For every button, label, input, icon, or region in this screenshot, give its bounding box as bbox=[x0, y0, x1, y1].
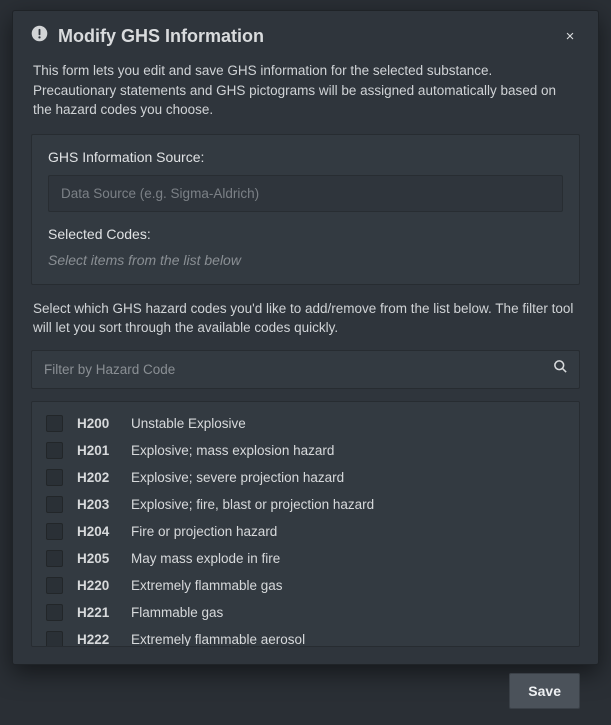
hazard-code: H202 bbox=[77, 470, 131, 485]
hazard-code-row[interactable]: H202Explosive; severe projection hazard bbox=[36, 464, 575, 491]
source-label: GHS Information Source: bbox=[48, 149, 563, 165]
hazard-code-row[interactable]: H221Flammable gas bbox=[36, 599, 575, 626]
hazard-code-list[interactable]: H200Unstable ExplosiveH201Explosive; mas… bbox=[31, 401, 580, 647]
hazard-code-row[interactable]: H203Explosive; fire, blast or projection… bbox=[36, 491, 575, 518]
modal-header: Modify GHS Information × bbox=[13, 11, 598, 57]
checkbox[interactable] bbox=[46, 496, 63, 513]
hazard-code: H205 bbox=[77, 551, 131, 566]
hazard-desc: Fire or projection hazard bbox=[131, 524, 565, 539]
modal-body: This form lets you edit and save GHS inf… bbox=[13, 57, 598, 661]
close-button[interactable]: × bbox=[560, 26, 580, 46]
checkbox[interactable] bbox=[46, 523, 63, 540]
hazard-code: H201 bbox=[77, 443, 131, 458]
checkbox[interactable] bbox=[46, 577, 63, 594]
hazard-desc: May mass explode in fire bbox=[131, 551, 565, 566]
checkbox[interactable] bbox=[46, 469, 63, 486]
filter-input[interactable] bbox=[31, 350, 580, 389]
hazard-desc: Unstable Explosive bbox=[131, 416, 565, 431]
hazard-code-row[interactable]: H205May mass explode in fire bbox=[36, 545, 575, 572]
selected-codes-empty: Select items from the list below bbox=[48, 252, 563, 268]
hazard-code-row[interactable]: H222Extremely flammable aerosol bbox=[36, 626, 575, 647]
hazard-desc: Explosive; severe projection hazard bbox=[131, 470, 565, 485]
selected-codes-label: Selected Codes: bbox=[48, 226, 563, 242]
checkbox[interactable] bbox=[46, 604, 63, 621]
modal-title: Modify GHS Information bbox=[58, 26, 560, 47]
modal-footer: Save bbox=[13, 661, 598, 725]
hazard-code-row[interactable]: H201Explosive; mass explosion hazard bbox=[36, 437, 575, 464]
checkbox[interactable] bbox=[46, 550, 63, 567]
checkbox[interactable] bbox=[46, 631, 63, 647]
close-icon: × bbox=[566, 28, 575, 45]
filter-wrap bbox=[31, 350, 580, 389]
hazard-desc: Flammable gas bbox=[131, 605, 565, 620]
warning-icon bbox=[31, 25, 48, 47]
save-button[interactable]: Save bbox=[509, 673, 580, 709]
checkbox[interactable] bbox=[46, 415, 63, 432]
hazard-code: H221 bbox=[77, 605, 131, 620]
hazard-desc: Explosive; fire, blast or projection haz… bbox=[131, 497, 565, 512]
hint-text: Select which GHS hazard codes you'd like… bbox=[31, 297, 580, 350]
hazard-code: H203 bbox=[77, 497, 131, 512]
hazard-desc: Explosive; mass explosion hazard bbox=[131, 443, 565, 458]
hazard-code-row[interactable]: H204Fire or projection hazard bbox=[36, 518, 575, 545]
hazard-code-row[interactable]: H220Extremely flammable gas bbox=[36, 572, 575, 599]
source-input[interactable] bbox=[48, 175, 563, 212]
checkbox[interactable] bbox=[46, 442, 63, 459]
source-panel: GHS Information Source: Selected Codes: … bbox=[31, 134, 580, 285]
hazard-code: H220 bbox=[77, 578, 131, 593]
intro-text: This form lets you edit and save GHS inf… bbox=[31, 57, 580, 134]
hazard-code-row[interactable]: H200Unstable Explosive bbox=[36, 410, 575, 437]
hazard-code: H200 bbox=[77, 416, 131, 431]
hazard-desc: Extremely flammable gas bbox=[131, 578, 565, 593]
search-icon[interactable] bbox=[553, 359, 568, 379]
hazard-desc: Extremely flammable aerosol bbox=[131, 632, 565, 647]
hazard-code: H222 bbox=[77, 632, 131, 647]
hazard-code: H204 bbox=[77, 524, 131, 539]
modify-ghs-modal: Modify GHS Information × This form lets … bbox=[12, 10, 599, 665]
